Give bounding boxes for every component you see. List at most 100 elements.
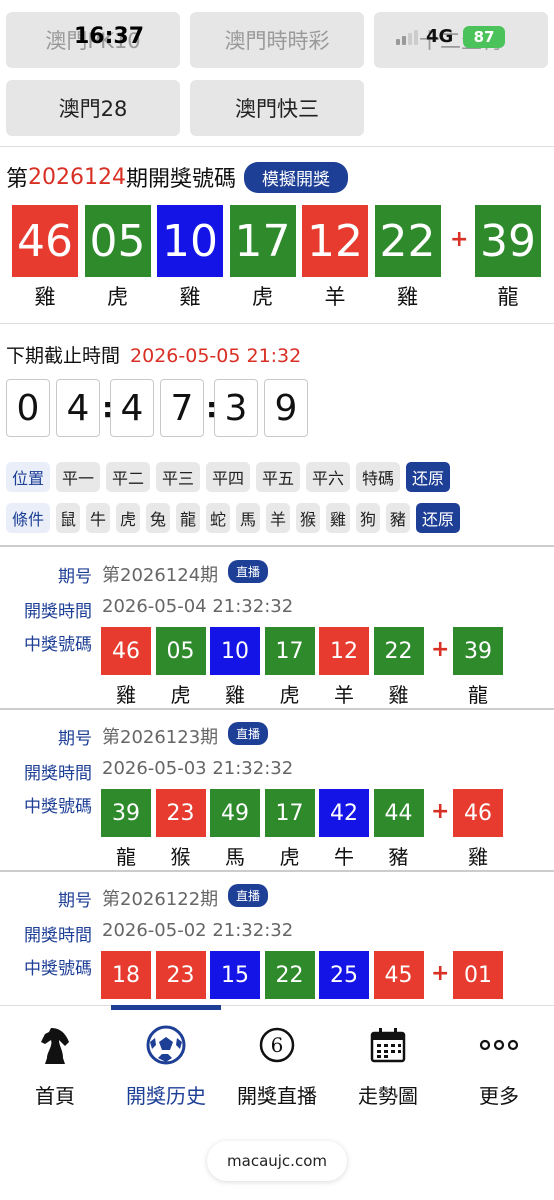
filter-option[interactable]: 狗	[356, 503, 380, 533]
filter-option[interactable]: 平一	[56, 462, 100, 492]
nav-item[interactable]: 首頁	[0, 1006, 110, 1116]
special-ball: 39 龍	[475, 205, 541, 311]
filter-option[interactable]: 平五	[256, 462, 300, 492]
filter-option[interactable]: 鼠	[56, 503, 80, 533]
countdown-separator: :	[206, 391, 218, 424]
tab-macau-ssc[interactable]: 澳門時時彩	[190, 12, 364, 68]
ball-number: 39	[101, 789, 151, 837]
filter-option[interactable]: 虎	[116, 503, 140, 533]
filter-option[interactable]: 馬	[236, 503, 260, 533]
ball-zodiac: 虎	[170, 683, 191, 707]
draw-time-label: 開獎時間	[24, 764, 92, 784]
filter-option[interactable]: 平四	[206, 462, 250, 492]
filter-option[interactable]: 平六	[306, 462, 350, 492]
filter-option[interactable]: 龍	[176, 503, 200, 533]
ball-zodiac: 牛	[334, 845, 354, 869]
tab-macau-pk10[interactable]: 澳門PK10	[6, 12, 180, 68]
nav-item[interactable]: 6 開獎直播	[222, 1006, 332, 1116]
filter-option[interactable]: 平三	[156, 462, 200, 492]
countdown-digit: 7	[160, 379, 204, 437]
ball-number: 12	[319, 627, 369, 675]
draw-ball: 49 馬	[210, 789, 260, 870]
nav-item[interactable]: 更多	[444, 1006, 554, 1116]
issue-value: 第2026122期	[102, 889, 219, 910]
plus-sign: +	[431, 799, 450, 824]
draw-ball: 18	[101, 951, 151, 999]
simulate-draw-button[interactable]: 模擬開獎	[244, 161, 349, 193]
filter-option[interactable]: 雞	[326, 503, 350, 533]
draw-ball: 10 雞	[210, 627, 260, 708]
special-ball: 46 雞	[453, 789, 503, 870]
ball-zodiac: 猴	[170, 845, 191, 869]
tab-macau-k3[interactable]: 澳門快三	[190, 80, 364, 136]
special-ball: 39 龍	[453, 627, 503, 708]
soccer-ball-icon	[145, 1024, 187, 1066]
countdown-timer: 044739::	[6, 379, 326, 439]
reset-button[interactable]: 还原	[406, 462, 450, 492]
ball-number: 44	[373, 789, 424, 837]
ball-zodiac: 雞	[388, 683, 409, 707]
draw-ball: 05 虎	[84, 205, 151, 311]
nav-label: 開獎直播	[237, 1084, 317, 1108]
ball-number: 18	[101, 951, 151, 999]
ball-zodiac: 虎	[107, 285, 128, 309]
ball-zodiac: 雞	[225, 683, 245, 707]
filter-option[interactable]: 蛇	[206, 503, 230, 533]
ball-zodiac: 雞	[179, 285, 201, 309]
history-record: 期号 第2026123期 直播 開獎時間 2026-05-03 21:32:32 中獎號碼…	[0, 710, 554, 872]
issue-title: 第 2026124 期開獎號碼 模擬開獎	[6, 161, 349, 193]
ball-number: 25	[319, 951, 369, 999]
tab-zodiac[interactable]: 十二生肖	[374, 12, 548, 68]
filter-option[interactable]: 兔	[146, 503, 170, 533]
draw-ball: 23 猴	[155, 789, 206, 870]
ball-number: 22	[374, 205, 441, 277]
ball-zodiac: 馬	[225, 845, 245, 869]
nav-label: 更多	[479, 1084, 519, 1108]
chess-knight-icon	[34, 1024, 76, 1066]
live-button[interactable]: 直播	[228, 884, 269, 907]
filter-option[interactable]: 牛	[86, 503, 110, 533]
svg-text:6: 6	[271, 1033, 284, 1057]
nav-item[interactable]: 走勢圖	[333, 1006, 443, 1116]
draw-time-value: 2026-05-04 21:32:32	[102, 596, 294, 617]
issue-value: 第2026123期	[102, 727, 219, 748]
ball-zodiac: 雞	[468, 845, 488, 869]
draw-ball: 44 豬	[373, 789, 424, 870]
draw-ball: 10 雞	[157, 205, 223, 311]
countdown-separator: :	[102, 391, 114, 424]
countdown-digit: 0	[6, 379, 50, 437]
nav-label: 首頁	[35, 1084, 75, 1108]
circled-six-icon: 6	[256, 1024, 298, 1066]
countdown-digit: 4	[56, 379, 100, 437]
ball-number: 23	[155, 789, 206, 837]
ball-number: 49	[210, 789, 260, 837]
filter-label: 位置	[6, 462, 50, 492]
filter-label: 條件	[6, 503, 50, 533]
draw-ball: 22 雞	[374, 205, 441, 311]
filter-option[interactable]: 平二	[106, 462, 150, 492]
ball-zodiac: 雞	[34, 285, 56, 309]
issue-label: 期号	[58, 729, 92, 749]
reset-button[interactable]: 还原	[416, 503, 460, 533]
url-bar[interactable]: macaujc.com	[207, 1141, 347, 1181]
live-button[interactable]: 直播	[228, 722, 269, 745]
ball-number: 39	[475, 205, 541, 277]
live-button[interactable]: 直播	[228, 560, 269, 583]
special-ball: 01	[453, 951, 503, 999]
draw-time-label: 開獎時間	[24, 926, 92, 946]
ball-number: 46	[12, 205, 78, 277]
tab-macau-28[interactable]: 澳門28	[6, 80, 180, 136]
filter-option[interactable]: 猴	[296, 503, 320, 533]
draw-ball: 39 龍	[101, 789, 151, 870]
filter-option[interactable]: 豬	[386, 503, 410, 533]
nav-item[interactable]: 開獎历史	[111, 1006, 221, 1116]
filter-option[interactable]: 羊	[266, 503, 290, 533]
current-draw-numbers: 46 雞 05 虎 10 雞 17 虎 12 羊 22 雞 +39 龍	[12, 205, 552, 315]
ball-number: 46	[453, 789, 503, 837]
nav-label: 開獎历史	[126, 1084, 206, 1108]
condition-filter-row: 條件鼠牛虎兔龍蛇馬羊猴雞狗豬还原	[6, 503, 554, 533]
draw-ball: 42 牛	[319, 789, 369, 870]
filter-option[interactable]: 特碼	[356, 462, 400, 492]
countdown-digit: 4	[110, 379, 154, 437]
deadline-label: 下期截止時間	[6, 345, 121, 367]
